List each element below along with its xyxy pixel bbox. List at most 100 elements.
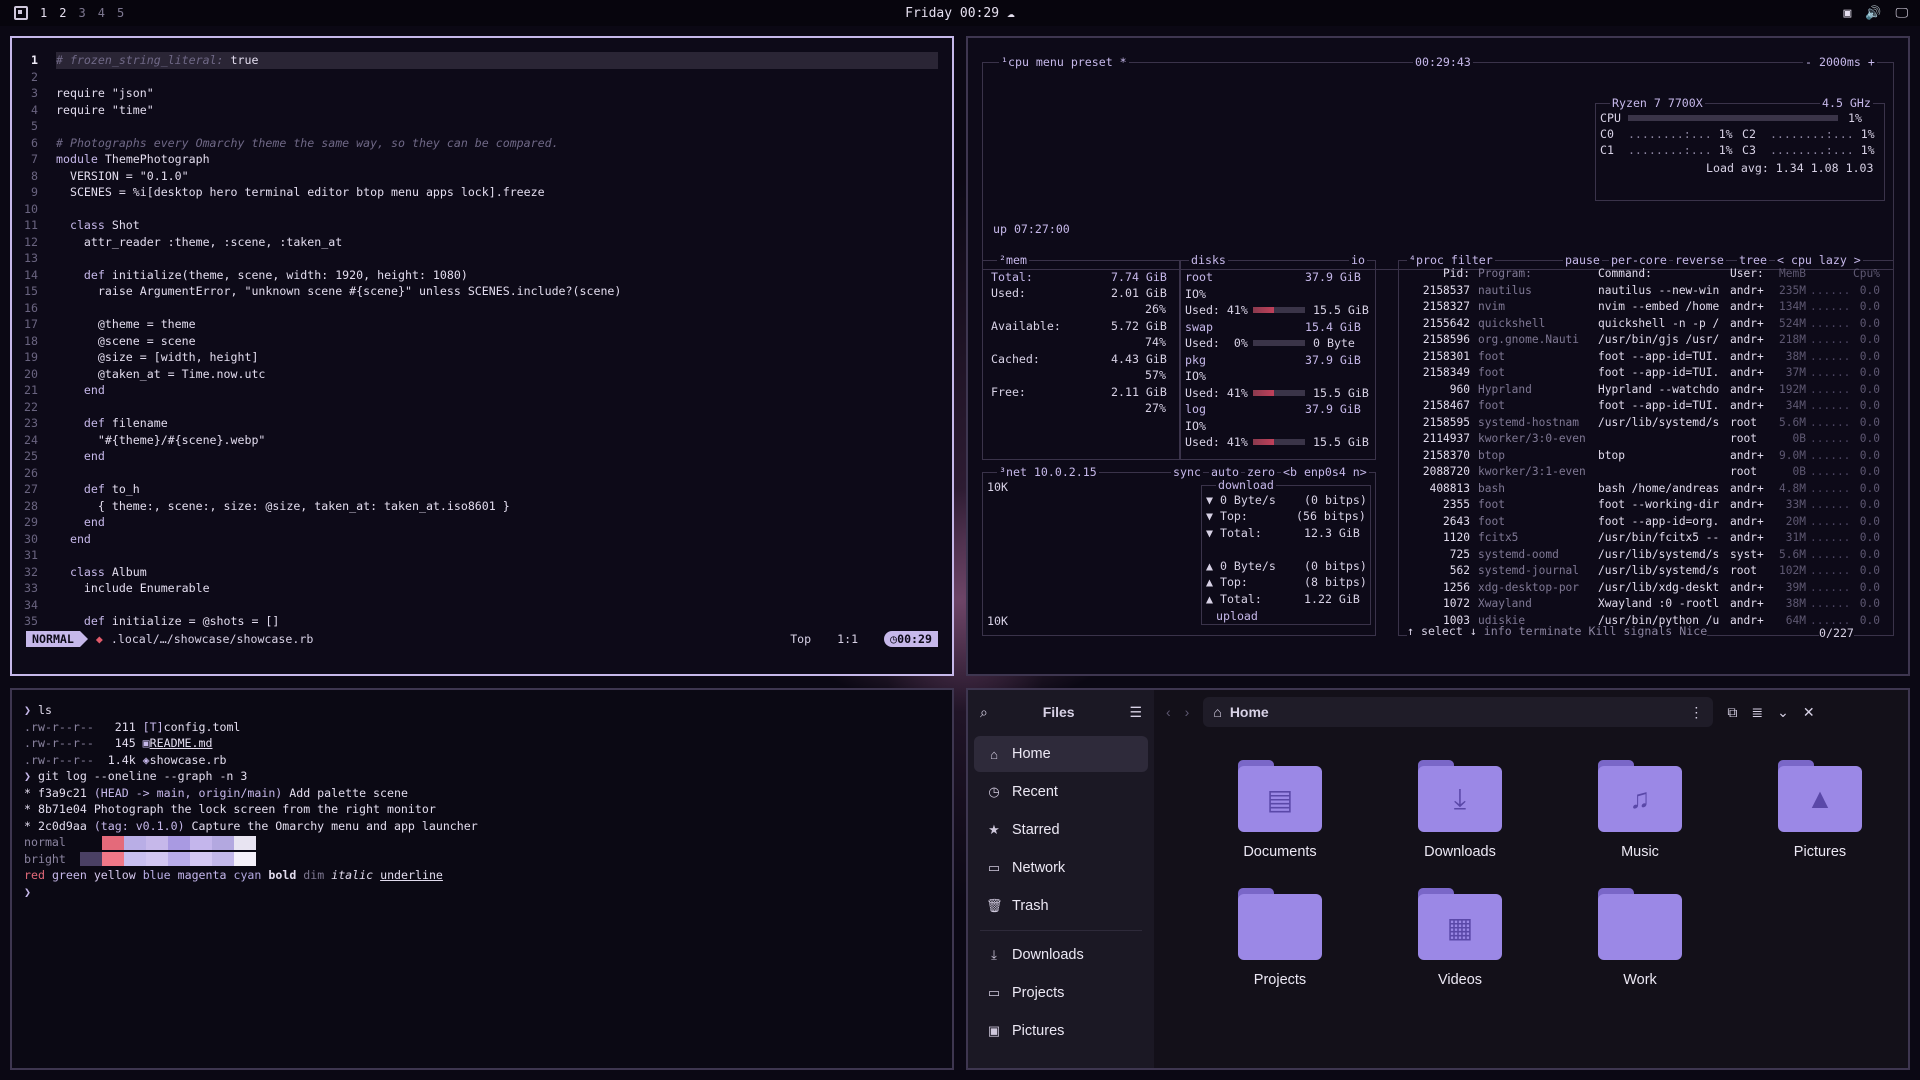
process-row[interactable]: 1120 fcitx5/usr/bin/fcitx5 -- andr+ 31M....… xyxy=(1400,530,1880,547)
line-content[interactable]: @scene = scene xyxy=(56,333,952,350)
process-row[interactable]: 1072 Xwayland Xwayland :0 -rootl andr+ 38M..… xyxy=(1400,596,1880,613)
forward-icon[interactable]: › xyxy=(1185,704,1190,720)
sidebar-bookmark-projects[interactable]: ▭ Projects xyxy=(974,975,1148,1011)
line-content[interactable]: def initialize(theme, scene, width: 1920… xyxy=(56,267,952,284)
path-bar[interactable]: ⌂ Home ⋮ xyxy=(1203,697,1714,727)
net-interface[interactable]: <b enp0s4 n> xyxy=(1281,465,1369,479)
process-row[interactable]: 725 systemd-oomd/usr/lib/systemd/s syst+ 5.… xyxy=(1400,547,1880,564)
line-content[interactable]: class Album xyxy=(56,564,952,581)
line-content[interactable]: def to_h xyxy=(56,481,952,498)
folder-work[interactable]: Work xyxy=(1550,888,1730,988)
clock[interactable]: Friday 00:29 ☁ xyxy=(905,6,1015,21)
process-row[interactable]: 562 systemd-journal/usr/lib/systemd/s root… xyxy=(1400,563,1880,580)
mem-box-title[interactable]: ²mem xyxy=(997,253,1029,267)
line-content[interactable]: @size = [width, height] xyxy=(56,349,952,366)
proc-box-title[interactable]: ⁴proc filter xyxy=(1407,253,1495,267)
line-content[interactable] xyxy=(56,69,952,86)
line-content[interactable]: module ThemePhotograph xyxy=(56,151,952,168)
volume-icon[interactable]: 🔊 xyxy=(1865,6,1881,21)
process-row[interactable]: 2114937 kworker/3:0-even root 0B...... 0.0 xyxy=(1400,431,1880,448)
screen-record-icon[interactable]: ▣ xyxy=(1843,6,1851,21)
line-content[interactable]: include Enumerable xyxy=(56,580,952,597)
line-content[interactable]: end xyxy=(56,531,952,548)
line-content[interactable]: end xyxy=(56,514,952,531)
files-window[interactable]: ⌕ Files ☰ ⌂ Home ◷ Recent ★ Starred ▭ Network 🗑 T… xyxy=(966,688,1910,1070)
line-content[interactable]: end xyxy=(56,448,952,465)
view-list-icon[interactable]: ≣ xyxy=(1751,704,1763,721)
proc-reverse[interactable]: reverse xyxy=(1673,253,1726,267)
line-content[interactable]: { theme:, scene:, size: @size, taken_at:… xyxy=(56,498,952,515)
folder-projects[interactable]: Projects xyxy=(1190,888,1370,988)
process-row[interactable]: 2088720 kworker/3:1-even root 0B...... 0.0 xyxy=(1400,464,1880,481)
back-icon[interactable]: ‹ xyxy=(1166,704,1171,720)
line-content[interactable]: require "time" xyxy=(56,102,952,119)
line-content[interactable]: require "json" xyxy=(56,85,952,102)
line-content[interactable]: "#{theme}/#{scene}.webp" xyxy=(56,432,952,449)
net-auto[interactable]: auto xyxy=(1209,465,1241,479)
proc-pause[interactable]: pause xyxy=(1563,253,1602,267)
nvim-window[interactable]: 1 # frozen_string_literal: true 2 3 require … xyxy=(10,36,954,676)
process-row[interactable]: 2158301 foot foot --app-id=TUI. andr+ 38M...… xyxy=(1400,349,1880,366)
file-name[interactable]: config.toml xyxy=(164,720,241,734)
line-content[interactable] xyxy=(56,300,952,317)
sidebar-item-starred[interactable]: ★ Starred xyxy=(974,812,1148,848)
program-header[interactable]: Program: xyxy=(1470,266,1598,283)
sidebar-item-trash[interactable]: 🗑 Trash xyxy=(974,888,1148,924)
line-content[interactable]: # frozen_string_literal: true xyxy=(56,52,938,69)
search-icon[interactable]: ⌕ xyxy=(980,704,988,721)
line-content[interactable] xyxy=(56,465,952,482)
process-row[interactable]: 2355 foot foot --working-dir andr+ 33M......… xyxy=(1400,497,1880,514)
cpu-box-title[interactable]: ¹cpu menu preset * xyxy=(999,55,1129,69)
update-interval[interactable]: - 2000ms + xyxy=(1803,55,1877,69)
sidebar-item-recent[interactable]: ◷ Recent xyxy=(974,774,1148,810)
line-content[interactable] xyxy=(56,399,952,416)
folder-documents[interactable]: ▤ Documents xyxy=(1190,760,1370,860)
pid-header[interactable]: Pid: xyxy=(1400,266,1470,283)
net-sync[interactable]: sync xyxy=(1171,465,1203,479)
proc-tree[interactable]: tree xyxy=(1737,253,1769,267)
chevron-down-icon[interactable]: ⌄ xyxy=(1777,704,1789,721)
line-content[interactable]: attr_reader :theme, :scene, :taken_at xyxy=(56,234,952,251)
process-row[interactable]: 2158327 nvim nvim --embed /home andr+ 134M..… xyxy=(1400,299,1880,316)
process-row[interactable]: 2158596 org.gnome.Nauti/usr/bin/gjs /usr/… xyxy=(1400,332,1880,349)
line-content[interactable]: class Shot xyxy=(56,217,952,234)
command-header[interactable]: Command: xyxy=(1598,266,1730,283)
omarchy-logo-icon[interactable] xyxy=(14,6,28,20)
line-content[interactable] xyxy=(56,201,952,218)
display-icon[interactable]: 🖵 xyxy=(1895,6,1908,21)
hamburger-menu-icon[interactable]: ☰ xyxy=(1129,704,1142,721)
workspace-1[interactable]: 1 xyxy=(40,6,47,20)
line-content[interactable]: def initialize = @shots = [] xyxy=(56,613,952,630)
workspace-5[interactable]: 5 xyxy=(117,6,124,20)
process-row[interactable]: 1256 xdg-desktop-por/usr/lib/xdg-deskt and… xyxy=(1400,580,1880,597)
file-name[interactable]: README.md xyxy=(150,736,213,750)
sidebar-item-home[interactable]: ⌂ Home xyxy=(974,736,1148,772)
folder-videos[interactable]: ▦ Videos xyxy=(1370,888,1550,988)
line-content[interactable]: SCENES = %i[desktop hero terminal editor… xyxy=(56,184,952,201)
sidebar-item-network[interactable]: ▭ Network xyxy=(974,850,1148,886)
process-row[interactable]: 2158467 foot foot --app-id=TUI. andr+ 34M...… xyxy=(1400,398,1880,415)
line-content[interactable]: VERSION = "0.1.0" xyxy=(56,168,952,185)
process-row[interactable]: 960 Hyprland Hyprland --watchdo andr+ 192M..… xyxy=(1400,382,1880,399)
folder-music[interactable]: ♫ Music xyxy=(1550,760,1730,860)
line-content[interactable]: raise ArgumentError, "unknown scene #{sc… xyxy=(56,283,952,300)
line-content[interactable] xyxy=(56,118,952,135)
proc-sort[interactable]: < cpu lazy > xyxy=(1775,253,1863,267)
process-row[interactable]: 2158370 btop btop andr+ 9.0M...... 0.0 xyxy=(1400,448,1880,465)
mem-header[interactable]: MemB xyxy=(1772,266,1806,283)
file-name[interactable]: showcase.rb xyxy=(150,753,227,767)
line-content[interactable]: @taken_at = Time.now.utc xyxy=(56,366,952,383)
workspace-3[interactable]: 3 xyxy=(78,6,85,20)
terminal-output[interactable]: ❯ ls .rw-r--r-- 211 [T]config.toml .rw-r--… xyxy=(24,702,478,900)
line-content[interactable]: end xyxy=(56,382,952,399)
line-content[interactable]: # Photographs every Omarchy theme the sa… xyxy=(56,135,952,152)
process-row[interactable]: 2158595 systemd-hostnam/usr/lib/systemd/s… xyxy=(1400,415,1880,432)
net-zero[interactable]: zero xyxy=(1245,465,1277,479)
user-header[interactable]: User: xyxy=(1730,266,1772,283)
line-content[interactable]: @theme = theme xyxy=(56,316,952,333)
line-content[interactable]: def filename xyxy=(56,415,952,432)
process-row[interactable]: 2158537 nautilus nautilus --new-win andr+ 23… xyxy=(1400,283,1880,300)
net-box-title[interactable]: ³net 10.0.2.15 xyxy=(997,465,1099,479)
path-menu-icon[interactable]: ⋮ xyxy=(1689,704,1703,721)
line-content[interactable] xyxy=(56,547,952,564)
